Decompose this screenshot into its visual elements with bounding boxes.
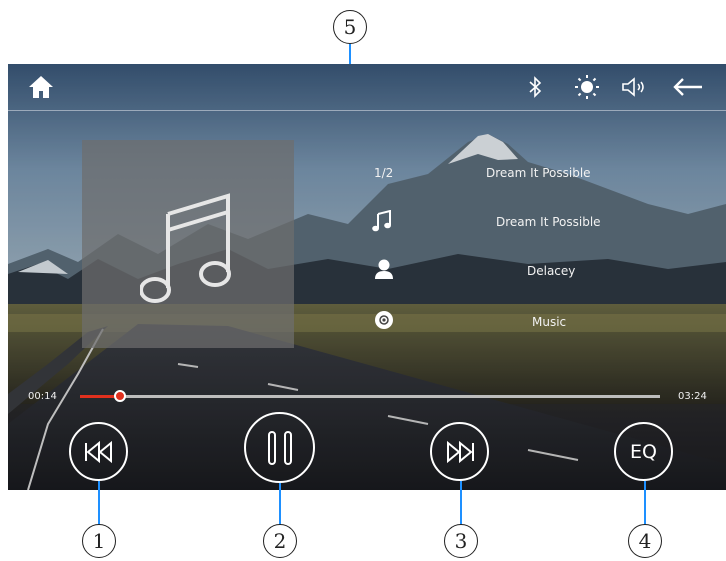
play-pause-button[interactable] — [244, 412, 315, 483]
music-player-screen: 1/2 Dream It Possible Dream It Possible … — [8, 64, 726, 490]
track-counter: 1/2 — [374, 166, 394, 180]
progress-slider[interactable] — [80, 390, 660, 402]
progress-thumb[interactable] — [114, 390, 127, 402]
callout-2: 2 — [263, 524, 297, 558]
equalizer-label: EQ — [630, 440, 657, 463]
callout-5: 5 — [333, 10, 367, 44]
next-track-button[interactable] — [430, 422, 489, 481]
bluetooth-icon[interactable] — [523, 74, 547, 100]
song-note-icon — [372, 209, 392, 236]
top-bar — [8, 64, 726, 111]
callout-3-leader — [460, 481, 462, 527]
music-note-icon — [140, 193, 231, 303]
pause-icon — [267, 430, 292, 465]
callout-1-leader — [98, 481, 100, 527]
album-name: Music — [532, 315, 567, 329]
callout-3: 3 — [444, 524, 478, 558]
callout-2-label: 2 — [273, 529, 287, 553]
elapsed-time: 00:14 — [28, 391, 57, 402]
artist-name: Delacey — [527, 264, 576, 278]
next-icon — [446, 440, 474, 463]
callout-5-label: 5 — [343, 15, 357, 39]
album-disc-icon — [374, 310, 394, 334]
callout-2-leader — [279, 483, 281, 527]
total-time: 03:24 — [678, 391, 707, 402]
back-arrow-icon[interactable] — [668, 74, 708, 100]
brightness-icon[interactable] — [572, 72, 602, 102]
callout-4: 4 — [628, 524, 662, 558]
header-song-title: Dream It Possible — [486, 166, 591, 180]
callout-4-label: 4 — [638, 529, 652, 553]
volume-icon[interactable] — [618, 74, 650, 100]
song-title: Dream It Possible — [496, 215, 601, 229]
previous-icon — [84, 440, 112, 463]
callout-3-label: 3 — [454, 529, 468, 553]
equalizer-button[interactable]: EQ — [614, 422, 673, 481]
previous-track-button[interactable] — [69, 422, 128, 481]
callout-4-leader — [644, 481, 646, 527]
home-icon[interactable] — [24, 74, 58, 100]
artist-icon — [374, 258, 394, 284]
callout-1-label: 1 — [92, 529, 106, 553]
callout-1: 1 — [82, 524, 116, 558]
album-art — [82, 140, 294, 348]
